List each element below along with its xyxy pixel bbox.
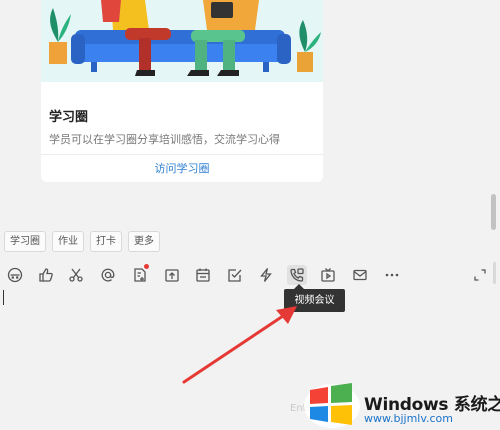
watermark-logo: Windows 系统之家 www.bjjmlv.com — [300, 376, 500, 430]
annotation-arrow — [182, 306, 297, 384]
watermark-url: www.bjjmlv.com — [364, 412, 453, 425]
windows-logo-icon — [304, 383, 360, 428]
